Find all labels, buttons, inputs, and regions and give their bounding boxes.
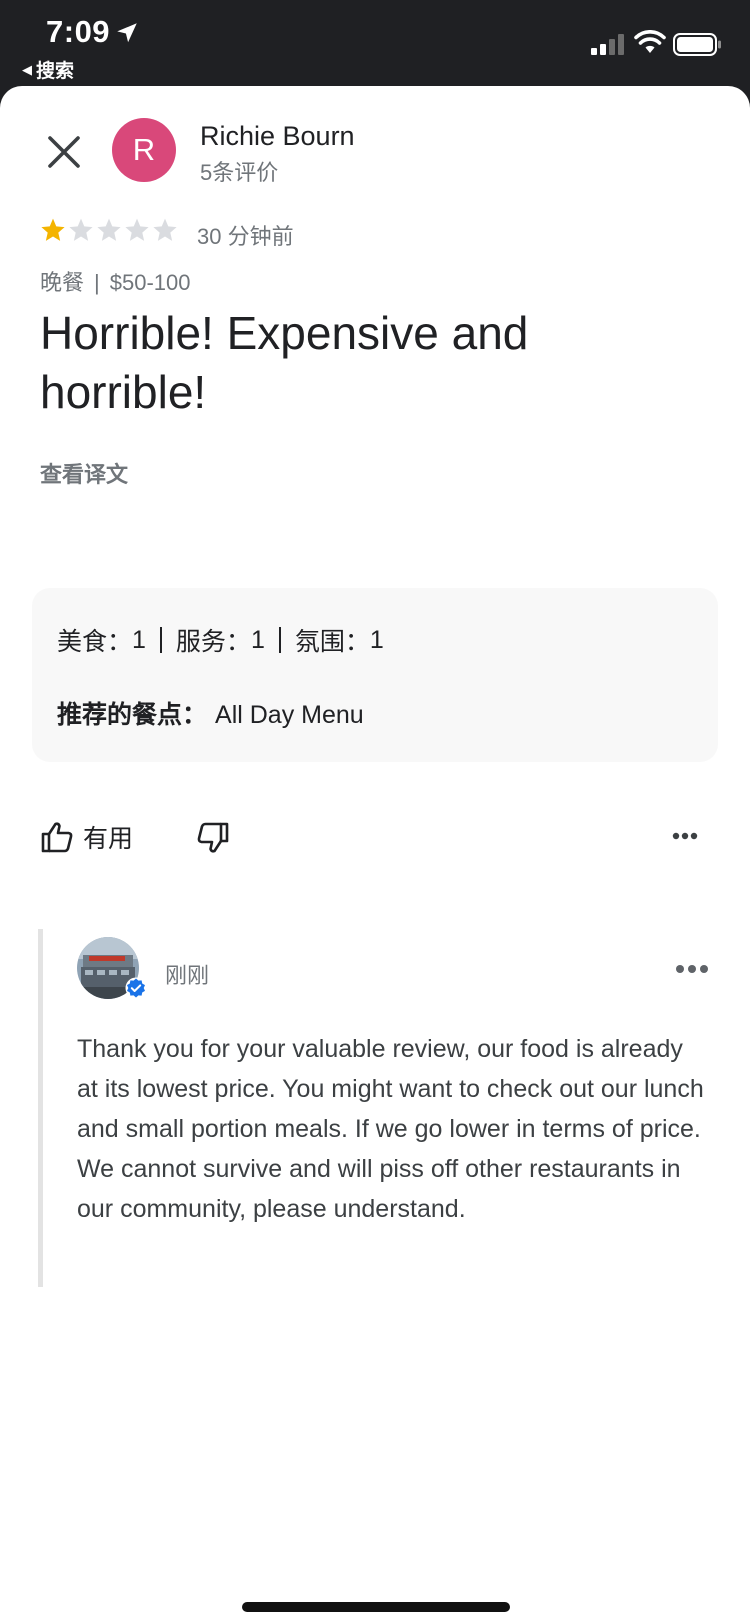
verified-badge-icon xyxy=(125,977,147,999)
star-empty-icon xyxy=(153,218,177,241)
service-rating-value: 1 xyxy=(250,625,265,654)
meta-separator: | xyxy=(94,270,100,295)
back-triangle-icon: ◀ xyxy=(22,61,32,77)
more-options-icon[interactable] xyxy=(672,831,698,841)
thumbs-down-icon[interactable] xyxy=(196,821,230,855)
owner-reply: 刚刚 Thank you for your valuable review, o… xyxy=(38,929,718,1287)
status-bar: 7:09 ◀ 搜索 xyxy=(0,0,750,90)
translate-link[interactable]: 查看译文 xyxy=(40,457,128,489)
review-meta: 晚餐 | $50-100 xyxy=(40,265,190,297)
ratings-breakdown: 美食： 1 服务： 1 氛围： 1 推荐的餐点： All Day Menu xyxy=(32,588,718,762)
helpful-button[interactable]: 有用 xyxy=(40,817,229,857)
close-icon[interactable] xyxy=(44,132,84,172)
home-indicator[interactable] xyxy=(242,1602,510,1612)
reviewer-avatar[interactable]: R xyxy=(112,118,176,182)
atmosphere-rating-value: 1 xyxy=(369,625,384,654)
battery-icon xyxy=(673,33,721,56)
status-time: 7:09 xyxy=(46,14,111,49)
avatar-letter: R xyxy=(132,132,156,167)
back-to-app-button[interactable]: ◀ 搜索 xyxy=(22,56,74,83)
review-title: Horrible! Expensive and horrible! xyxy=(40,307,529,418)
atmosphere-rating-label: 氛围： xyxy=(294,628,370,656)
cellular-signal-icon xyxy=(591,34,624,55)
divider xyxy=(278,627,281,653)
location-arrow-icon xyxy=(117,23,137,43)
recommended-dishes: 推荐的餐点： All Day Menu xyxy=(57,695,364,731)
ratings-line: 美食： 1 服务： 1 氛围： 1 xyxy=(57,622,384,658)
helpful-label[interactable]: 有用 xyxy=(83,819,133,855)
meal-type: 晚餐 xyxy=(40,270,85,295)
reply-more-options-icon[interactable] xyxy=(675,963,709,975)
divider xyxy=(159,627,162,653)
wifi-icon xyxy=(634,30,666,53)
review-sheet: R Richie Bourn 5条评价 30 分钟前 晚餐 | $50-100 Ho… xyxy=(0,86,750,1624)
star-rating xyxy=(40,217,178,243)
reviewer-name[interactable]: Richie Bourn xyxy=(200,121,355,152)
food-rating-label: 美食： xyxy=(57,628,133,656)
reply-text: Thank you for your valuable review, our … xyxy=(77,1035,704,1223)
reply-time: 刚刚 xyxy=(165,963,210,988)
star-empty-icon xyxy=(97,218,121,241)
reviewer-review-count: 5条评价 xyxy=(200,160,279,185)
star-empty-icon xyxy=(69,218,93,241)
star-empty-icon xyxy=(125,218,149,241)
recommended-value: All Day Menu xyxy=(215,701,364,729)
food-rating-value: 1 xyxy=(132,625,146,654)
service-rating-label: 服务： xyxy=(175,628,251,656)
star-filled-icon xyxy=(41,218,65,241)
thumbs-up-icon[interactable] xyxy=(40,820,74,854)
back-app-label: 搜索 xyxy=(36,61,75,82)
recommended-label: 推荐的餐点： xyxy=(57,701,208,729)
price-range: $50-100 xyxy=(109,270,191,295)
review-time-ago: 30 分钟前 xyxy=(197,224,294,249)
